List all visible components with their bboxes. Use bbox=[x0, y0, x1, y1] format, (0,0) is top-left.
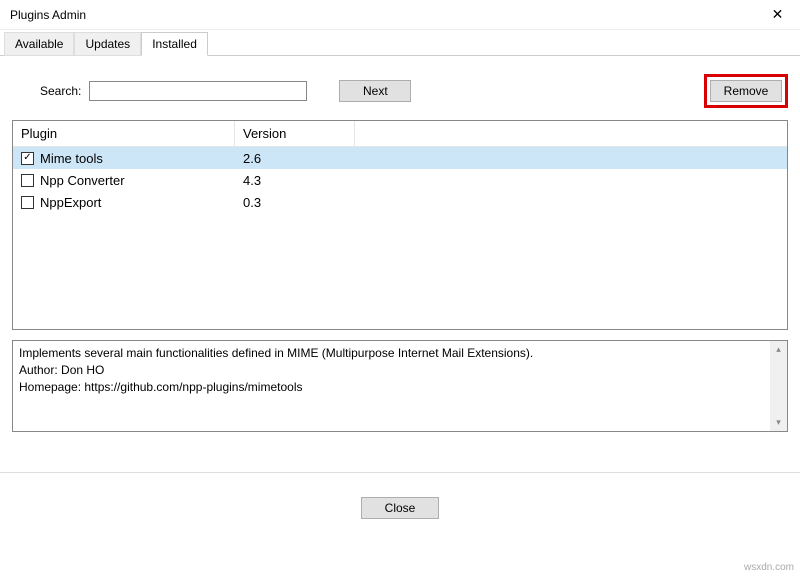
tab-updates[interactable]: Updates bbox=[74, 32, 141, 56]
row-checkbox[interactable]: ✓ bbox=[21, 152, 34, 165]
plugins-admin-window: Plugins Admin ✕ Available Updates Instal… bbox=[0, 0, 800, 577]
row-checkbox[interactable] bbox=[21, 174, 34, 187]
scroll-up-icon[interactable]: ▴ bbox=[770, 341, 787, 358]
titlebar: Plugins Admin ✕ bbox=[0, 0, 800, 30]
description-line: Implements several main functionalities … bbox=[19, 345, 767, 362]
search-input[interactable] bbox=[89, 81, 307, 101]
next-button[interactable]: Next bbox=[339, 80, 411, 102]
close-button[interactable]: Close bbox=[361, 497, 439, 519]
tab-installed[interactable]: Installed bbox=[141, 32, 208, 56]
remove-button[interactable]: Remove bbox=[710, 80, 782, 102]
toolbar: Search: Next Remove bbox=[0, 56, 800, 120]
table-row[interactable]: ✓ Mime tools 2.6 bbox=[13, 147, 787, 169]
row-checkbox[interactable] bbox=[21, 196, 34, 209]
plugin-version: 0.3 bbox=[235, 191, 355, 213]
plugin-version: 4.3 bbox=[235, 169, 355, 191]
header-plugin[interactable]: Plugin bbox=[13, 121, 235, 147]
plugin-list: Plugin Version ✓ Mime tools 2.6 Npp Conv… bbox=[12, 120, 788, 330]
window-title: Plugins Admin bbox=[10, 8, 86, 22]
description-author: Author: Don HO bbox=[19, 362, 767, 379]
watermark: wsxdn.com bbox=[744, 562, 794, 573]
plugin-version: 2.6 bbox=[235, 147, 355, 169]
table-row[interactable]: Npp Converter 4.3 bbox=[13, 169, 787, 191]
table-row[interactable]: NppExport 0.3 bbox=[13, 191, 787, 213]
plugin-name: Mime tools bbox=[40, 151, 103, 166]
close-icon[interactable]: ✕ bbox=[755, 0, 800, 30]
scroll-down-icon[interactable]: ▾ bbox=[770, 414, 787, 431]
header-version[interactable]: Version bbox=[235, 121, 355, 147]
tab-strip: Available Updates Installed bbox=[0, 32, 800, 56]
tab-available[interactable]: Available bbox=[4, 32, 74, 56]
plugin-name: NppExport bbox=[40, 195, 101, 210]
plugin-name: Npp Converter bbox=[40, 173, 125, 188]
description-box: Implements several main functionalities … bbox=[12, 340, 788, 432]
footer: Close bbox=[0, 473, 800, 519]
list-header: Plugin Version bbox=[13, 121, 787, 147]
remove-highlight: Remove bbox=[704, 74, 788, 108]
description-homepage: Homepage: https://github.com/npp-plugins… bbox=[19, 379, 767, 396]
header-blank bbox=[355, 121, 787, 147]
scrollbar[interactable]: ▴ ▾ bbox=[770, 341, 787, 431]
search-label: Search: bbox=[40, 84, 81, 98]
